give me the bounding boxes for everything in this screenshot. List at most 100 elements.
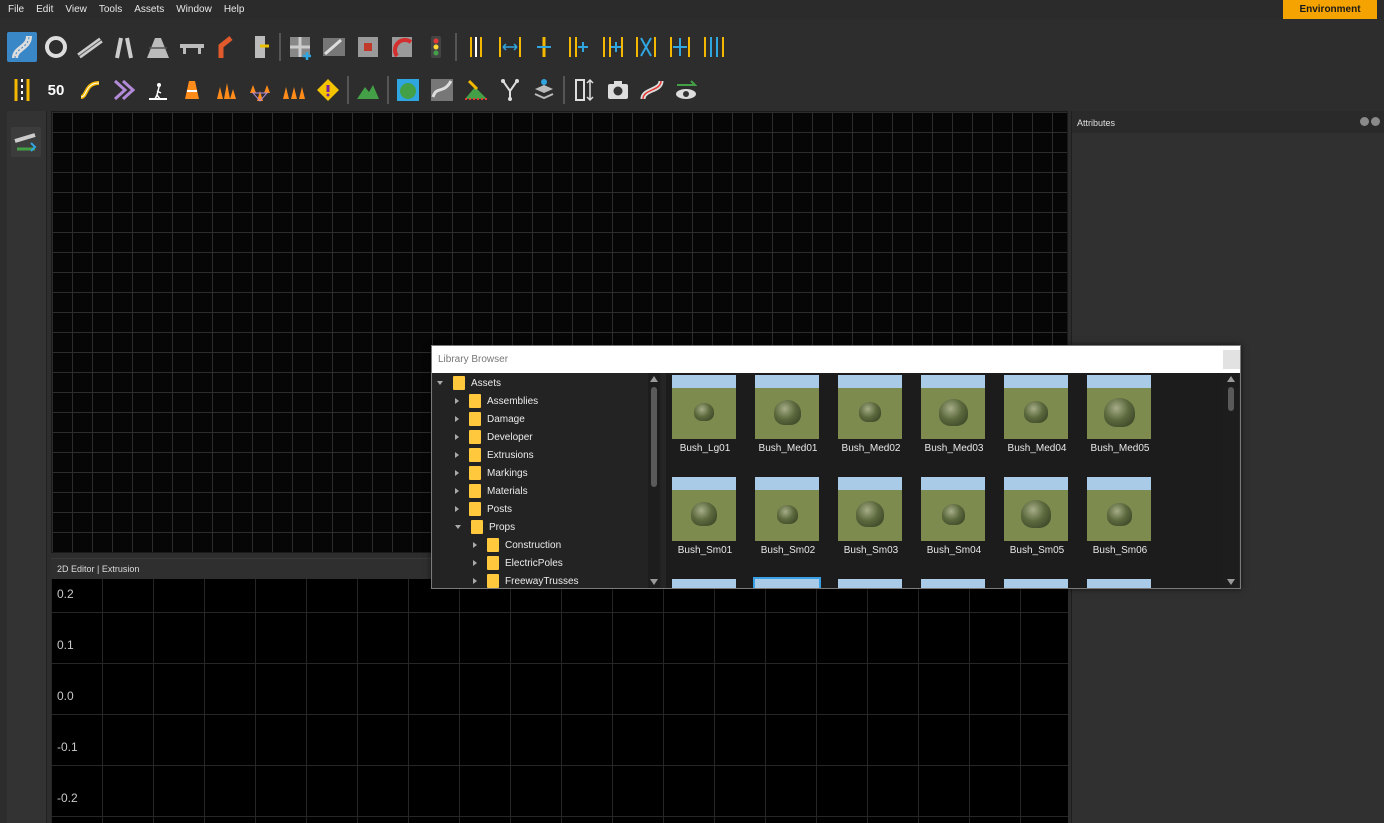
lane-split-vertical-icon[interactable] bbox=[461, 32, 491, 62]
tree-item[interactable]: Markings bbox=[455, 464, 528, 482]
lane-cross-icon[interactable] bbox=[665, 32, 695, 62]
scroll-thumb[interactable] bbox=[1228, 387, 1234, 411]
asset-thumbnail[interactable]: Bush_Sm01 bbox=[668, 475, 742, 571]
crosswalk-icon[interactable] bbox=[143, 75, 173, 105]
expand-right-icon[interactable] bbox=[473, 560, 477, 566]
lane-merge-icon[interactable] bbox=[631, 32, 661, 62]
measure-icon[interactable] bbox=[569, 75, 599, 105]
lane-split-icon[interactable] bbox=[109, 32, 139, 62]
tree-item[interactable]: Damage bbox=[455, 410, 525, 428]
tree-item[interactable]: Materials bbox=[455, 482, 528, 500]
tree-item[interactable]: Assets bbox=[437, 374, 501, 392]
lane-insert-icon[interactable] bbox=[529, 32, 559, 62]
asset-thumbnail[interactable]: Bush_Med04 bbox=[1000, 373, 1074, 469]
tree-item[interactable]: Props bbox=[455, 518, 515, 536]
asset-thumbnail[interactable]: Bush_Sm03 bbox=[834, 475, 908, 571]
cone-group-icon[interactable] bbox=[211, 75, 241, 105]
curve-sign-icon[interactable] bbox=[75, 75, 105, 105]
asset-thumbnail[interactable]: Bush_Med03 bbox=[917, 373, 991, 469]
asset-thumbnail[interactable]: Bush_Med01 bbox=[751, 373, 825, 469]
speed-limit-icon[interactable]: 50 bbox=[41, 75, 71, 105]
camera-icon[interactable] bbox=[603, 75, 633, 105]
road-tool-icon[interactable] bbox=[7, 32, 37, 62]
tree-item[interactable]: FreewayTrusses bbox=[473, 572, 579, 588]
expand-down-icon[interactable] bbox=[455, 525, 461, 529]
menu-tools[interactable]: Tools bbox=[93, 0, 128, 19]
environment-button[interactable]: Environment bbox=[1283, 0, 1377, 19]
asset-thumbnail[interactable] bbox=[668, 577, 742, 588]
intersection-corner-icon[interactable] bbox=[387, 32, 417, 62]
asset-thumbnail[interactable] bbox=[751, 577, 825, 588]
path-split-icon[interactable] bbox=[495, 75, 525, 105]
scroll-up-icon[interactable] bbox=[650, 376, 658, 382]
menu-help[interactable]: Help bbox=[218, 0, 251, 19]
menu-view[interactable]: View bbox=[59, 0, 93, 19]
expand-right-icon[interactable] bbox=[455, 470, 459, 476]
layer-stack-icon[interactable] bbox=[529, 75, 559, 105]
road-section-icon[interactable] bbox=[143, 32, 173, 62]
tree-item[interactable]: ElectricPoles bbox=[473, 554, 563, 572]
chevron-icon[interactable] bbox=[109, 75, 139, 105]
menu-file[interactable]: File bbox=[0, 0, 30, 19]
traffic-cone-icon[interactable] bbox=[177, 75, 207, 105]
scroll-up-icon[interactable] bbox=[1227, 376, 1235, 382]
terrain-icon[interactable] bbox=[353, 75, 383, 105]
expand-right-icon[interactable] bbox=[473, 542, 477, 548]
asset-thumbnail[interactable]: Bush_Med02 bbox=[834, 373, 908, 469]
grid-scrollbar[interactable] bbox=[1223, 373, 1239, 588]
expand-right-icon[interactable] bbox=[455, 452, 459, 458]
scroll-down-icon[interactable] bbox=[650, 579, 658, 585]
menu-window[interactable]: Window bbox=[170, 0, 218, 19]
terrain-slope-icon[interactable] bbox=[461, 75, 491, 105]
eye-view-icon[interactable] bbox=[671, 75, 701, 105]
bridge-icon[interactable] bbox=[177, 32, 207, 62]
tree-item[interactable]: Posts bbox=[455, 500, 512, 518]
expand-right-icon[interactable] bbox=[455, 434, 459, 440]
close-icon[interactable] bbox=[1371, 117, 1380, 126]
cone-row-icon[interactable] bbox=[279, 75, 309, 105]
asset-thumbnail[interactable]: Bush_Sm04 bbox=[917, 475, 991, 571]
asset-thumbnail[interactable]: Bush_Med05 bbox=[1083, 373, 1157, 469]
menu-assets[interactable]: Assets bbox=[128, 0, 170, 19]
asset-thumbnail[interactable] bbox=[834, 577, 908, 588]
expand-right-icon[interactable] bbox=[455, 398, 459, 404]
terrain-paint-icon[interactable] bbox=[393, 75, 423, 105]
lane-add-icon[interactable] bbox=[563, 32, 593, 62]
road-marking-icon[interactable] bbox=[7, 75, 37, 105]
intersection-icon[interactable] bbox=[353, 32, 383, 62]
lane-add-right-icon[interactable] bbox=[597, 32, 627, 62]
expand-right-icon[interactable] bbox=[455, 488, 459, 494]
intersection-add-icon[interactable] bbox=[285, 32, 315, 62]
menu-edit[interactable]: Edit bbox=[30, 0, 59, 19]
asset-thumbnail[interactable] bbox=[917, 577, 991, 588]
road-view-icon[interactable] bbox=[637, 75, 667, 105]
float-icon[interactable] bbox=[1360, 117, 1369, 126]
terrain-height-icon[interactable] bbox=[427, 75, 457, 105]
asset-thumbnail[interactable]: Bush_Sm05 bbox=[1000, 475, 1074, 571]
library-browser-titlebar[interactable]: Library Browser bbox=[432, 346, 1240, 373]
scroll-thumb[interactable] bbox=[651, 387, 657, 487]
asset-thumbnail[interactable] bbox=[1083, 577, 1157, 588]
tree-item[interactable]: Construction bbox=[473, 536, 561, 554]
ramp-merge-icon[interactable] bbox=[319, 32, 349, 62]
tree-scrollbar[interactable] bbox=[648, 373, 660, 588]
asset-thumbnail[interactable]: Bush_Lg01 bbox=[668, 373, 742, 469]
scroll-down-icon[interactable] bbox=[1227, 579, 1235, 585]
close-button[interactable] bbox=[1223, 350, 1240, 369]
ramp-icon[interactable] bbox=[211, 32, 241, 62]
asset-thumbnail[interactable]: Bush_Sm06 bbox=[1083, 475, 1157, 571]
junction-icon[interactable] bbox=[245, 32, 275, 62]
lane-width-icon[interactable] bbox=[495, 32, 525, 62]
road-layout-icon[interactable] bbox=[11, 127, 41, 157]
tree-item[interactable]: Extrusions bbox=[455, 446, 534, 464]
cone-spread-icon[interactable] bbox=[245, 75, 275, 105]
lane-divide-icon[interactable] bbox=[699, 32, 729, 62]
roundabout-icon[interactable] bbox=[41, 32, 71, 62]
road-curve-icon[interactable] bbox=[75, 32, 105, 62]
traffic-light-icon[interactable] bbox=[421, 32, 451, 62]
expand-right-icon[interactable] bbox=[455, 506, 459, 512]
tree-item[interactable]: Developer bbox=[455, 428, 533, 446]
expand-right-icon[interactable] bbox=[455, 416, 459, 422]
asset-thumbnail[interactable] bbox=[1000, 577, 1074, 588]
warning-sign-icon[interactable] bbox=[313, 75, 343, 105]
